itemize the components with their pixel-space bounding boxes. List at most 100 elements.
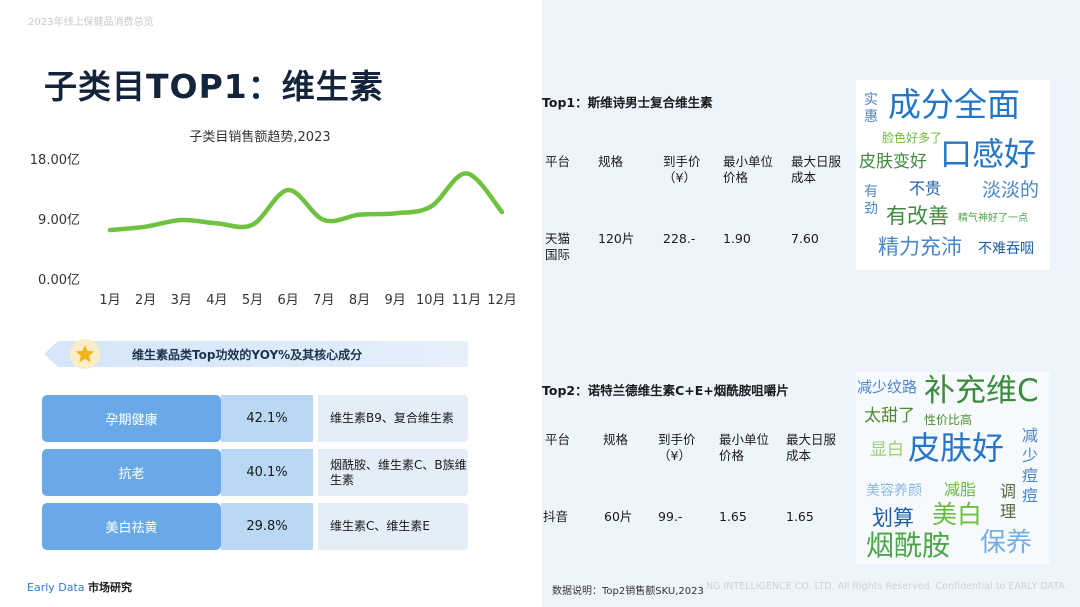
cloud-word: 补充维C bbox=[924, 373, 1039, 409]
data-point bbox=[393, 211, 398, 216]
cloud-word: 实惠 bbox=[864, 92, 878, 125]
top1-header-unit-price: 最小单位价格 bbox=[723, 154, 774, 185]
top1-header-platform: 平台 bbox=[545, 154, 571, 169]
efficacy-row: 抗老 40.1% 烟酰胺、维生素C、B族维生素 bbox=[42, 449, 468, 496]
top2-header-spec: 规格 bbox=[603, 432, 629, 447]
top1-title: Top1：斯维诗男士复合维生素 bbox=[542, 95, 713, 110]
x-tick-label: 6月 bbox=[278, 293, 299, 308]
x-tick-label: 2月 bbox=[135, 293, 156, 308]
cloud-word: 有改善 bbox=[886, 204, 949, 228]
efficacy-ingredient: 维生素B9、复合维生素 bbox=[318, 395, 468, 442]
x-tick-label: 9月 bbox=[384, 293, 405, 308]
cloud-word: 皮肤变好 bbox=[859, 152, 927, 172]
top1-header-spec: 规格 bbox=[598, 154, 624, 169]
x-tick-label: 4月 bbox=[206, 293, 227, 308]
data-point bbox=[464, 171, 469, 176]
x-tick-label: 10月 bbox=[416, 293, 446, 308]
data-point bbox=[250, 222, 255, 227]
top2-price: 99.- bbox=[658, 509, 683, 524]
y-tick-label: 9.00亿 bbox=[38, 213, 80, 228]
top1-word-cloud: 实惠 成分全面 脸色好多了 皮肤变好 口感好 有劲 不贵 淡淡的 有改善 精气神… bbox=[856, 80, 1050, 270]
top1-header-daily-cost: 最大日服成本 bbox=[791, 154, 842, 185]
cloud-word: 性价比高 bbox=[924, 413, 973, 427]
cloud-word: 美容养颜 bbox=[866, 483, 922, 499]
cloud-word: 减少痘痘 bbox=[1022, 426, 1039, 505]
efficacy-row: 孕期健康 42.1% 维生素B9、复合维生素 bbox=[42, 395, 468, 442]
x-tick-label: 7月 bbox=[313, 293, 334, 308]
x-tick-label: 1月 bbox=[99, 293, 120, 308]
cloud-word: 减少纹路 bbox=[857, 378, 918, 396]
cloud-word: 皮肤好 bbox=[908, 429, 1005, 467]
top1-price: 228.- bbox=[663, 231, 696, 246]
efficacy-name: 孕期健康 bbox=[42, 395, 221, 442]
header-caption: 2023年线上保健品消费总览 bbox=[28, 17, 154, 28]
efficacy-ingredient: 维生素C、维生素E bbox=[318, 503, 468, 550]
top1-unit-price: 1.90 bbox=[723, 231, 751, 246]
data-point bbox=[428, 204, 433, 209]
x-tick-label: 12月 bbox=[487, 293, 517, 308]
efficacy-banner-title: 维生素品类Top功效的YOY%及其核心成分 bbox=[132, 348, 363, 362]
efficacy-name: 美白祛黄 bbox=[42, 503, 221, 550]
cloud-word: 显白 bbox=[870, 440, 904, 460]
brand-name: Early Data bbox=[27, 581, 85, 594]
cloud-word: 不贵 bbox=[909, 179, 942, 198]
efficacy-row: 美白祛黄 29.8% 维生素C、维生素E bbox=[42, 503, 468, 550]
sales-trend-line bbox=[107, 171, 505, 233]
efficacy-yoy: 40.1% bbox=[221, 449, 313, 496]
top1-platform: 天猫国际 bbox=[545, 231, 571, 262]
data-point bbox=[214, 221, 219, 226]
data-point bbox=[357, 212, 362, 217]
efficacy-ingredient: 烟酰胺、维生素C、B族维生素 bbox=[318, 449, 468, 496]
y-tick-label: 0.00亿 bbox=[38, 273, 80, 288]
cloud-word: 口感好 bbox=[940, 135, 1037, 173]
cloud-word: 不难吞咽 bbox=[978, 241, 1034, 257]
cloud-word: 减脂 bbox=[944, 480, 977, 499]
x-tick-label: 3月 bbox=[171, 293, 192, 308]
cloud-word: 太甜了 bbox=[864, 406, 915, 426]
chart-title: 子类目销售额趋势,2023 bbox=[189, 130, 331, 145]
star-badge bbox=[70, 339, 100, 369]
page-title: 子类目TOP1：维生素 bbox=[44, 67, 384, 106]
data-point bbox=[286, 188, 291, 192]
cloud-word: 脸色好多了 bbox=[882, 131, 943, 145]
top2-header-daily-cost: 最大日服成本 bbox=[786, 432, 837, 463]
cloud-word: 烟酰胺 bbox=[866, 529, 951, 562]
top2-header-unit-price: 最小单位价格 bbox=[719, 432, 770, 463]
data-point bbox=[143, 224, 148, 229]
copyright-watermark: NG INTELLIGENCE CO. LTD. All Rights Rese… bbox=[706, 581, 1065, 592]
data-point bbox=[321, 218, 326, 222]
top2-word-cloud: 减少纹路 补充维C 太甜了 性价比高 减少痘痘 显白 皮肤好 美容养颜 减脂 调… bbox=[856, 372, 1050, 564]
footer-brand: Early Data 市场研究 bbox=[27, 579, 132, 595]
data-point bbox=[108, 228, 112, 232]
star-icon bbox=[75, 344, 95, 363]
efficacy-yoy: 29.8% bbox=[221, 503, 313, 550]
cloud-word: 精气神好了一点 bbox=[958, 213, 1028, 224]
cloud-word: 精力充沛 bbox=[878, 235, 962, 259]
data-point bbox=[500, 210, 504, 214]
top2-platform: 抖音 bbox=[543, 509, 569, 524]
cloud-word: 保养 bbox=[980, 528, 1033, 558]
cloud-word: 调理 bbox=[1000, 482, 1017, 521]
top2-unit-price: 1.65 bbox=[719, 509, 747, 524]
x-tick-label: 11月 bbox=[452, 293, 482, 308]
top2-header-price: 到手价（¥） bbox=[658, 432, 696, 463]
cloud-word: 美白 bbox=[932, 500, 983, 529]
top2-spec: 60片 bbox=[604, 509, 633, 524]
y-tick-label: 18.00亿 bbox=[30, 153, 80, 168]
top1-header-price: 到手价（¥） bbox=[663, 154, 701, 185]
cloud-word: 有劲 bbox=[864, 184, 878, 217]
top2-daily-cost: 1.65 bbox=[786, 509, 814, 524]
top2-header-platform: 平台 bbox=[545, 432, 571, 447]
x-tick-label: 8月 bbox=[349, 293, 370, 308]
cloud-word: 划算 bbox=[872, 506, 914, 530]
cloud-word: 成分全面 bbox=[888, 85, 1020, 124]
top1-daily-cost: 7.60 bbox=[791, 231, 819, 246]
top1-spec: 120片 bbox=[598, 231, 635, 246]
cloud-word: 淡淡的 bbox=[982, 179, 1040, 201]
data-note: 数据说明：Top2销售额SKU,2023 bbox=[552, 586, 704, 597]
efficacy-yoy: 42.1% bbox=[221, 395, 313, 442]
top2-title: Top2：诺特兰德维生素C+E+烟酰胺咀嚼片 bbox=[542, 383, 789, 398]
brand-suffix: 市场研究 bbox=[88, 581, 133, 594]
x-tick-label: 5月 bbox=[242, 293, 263, 308]
data-point bbox=[179, 218, 184, 222]
